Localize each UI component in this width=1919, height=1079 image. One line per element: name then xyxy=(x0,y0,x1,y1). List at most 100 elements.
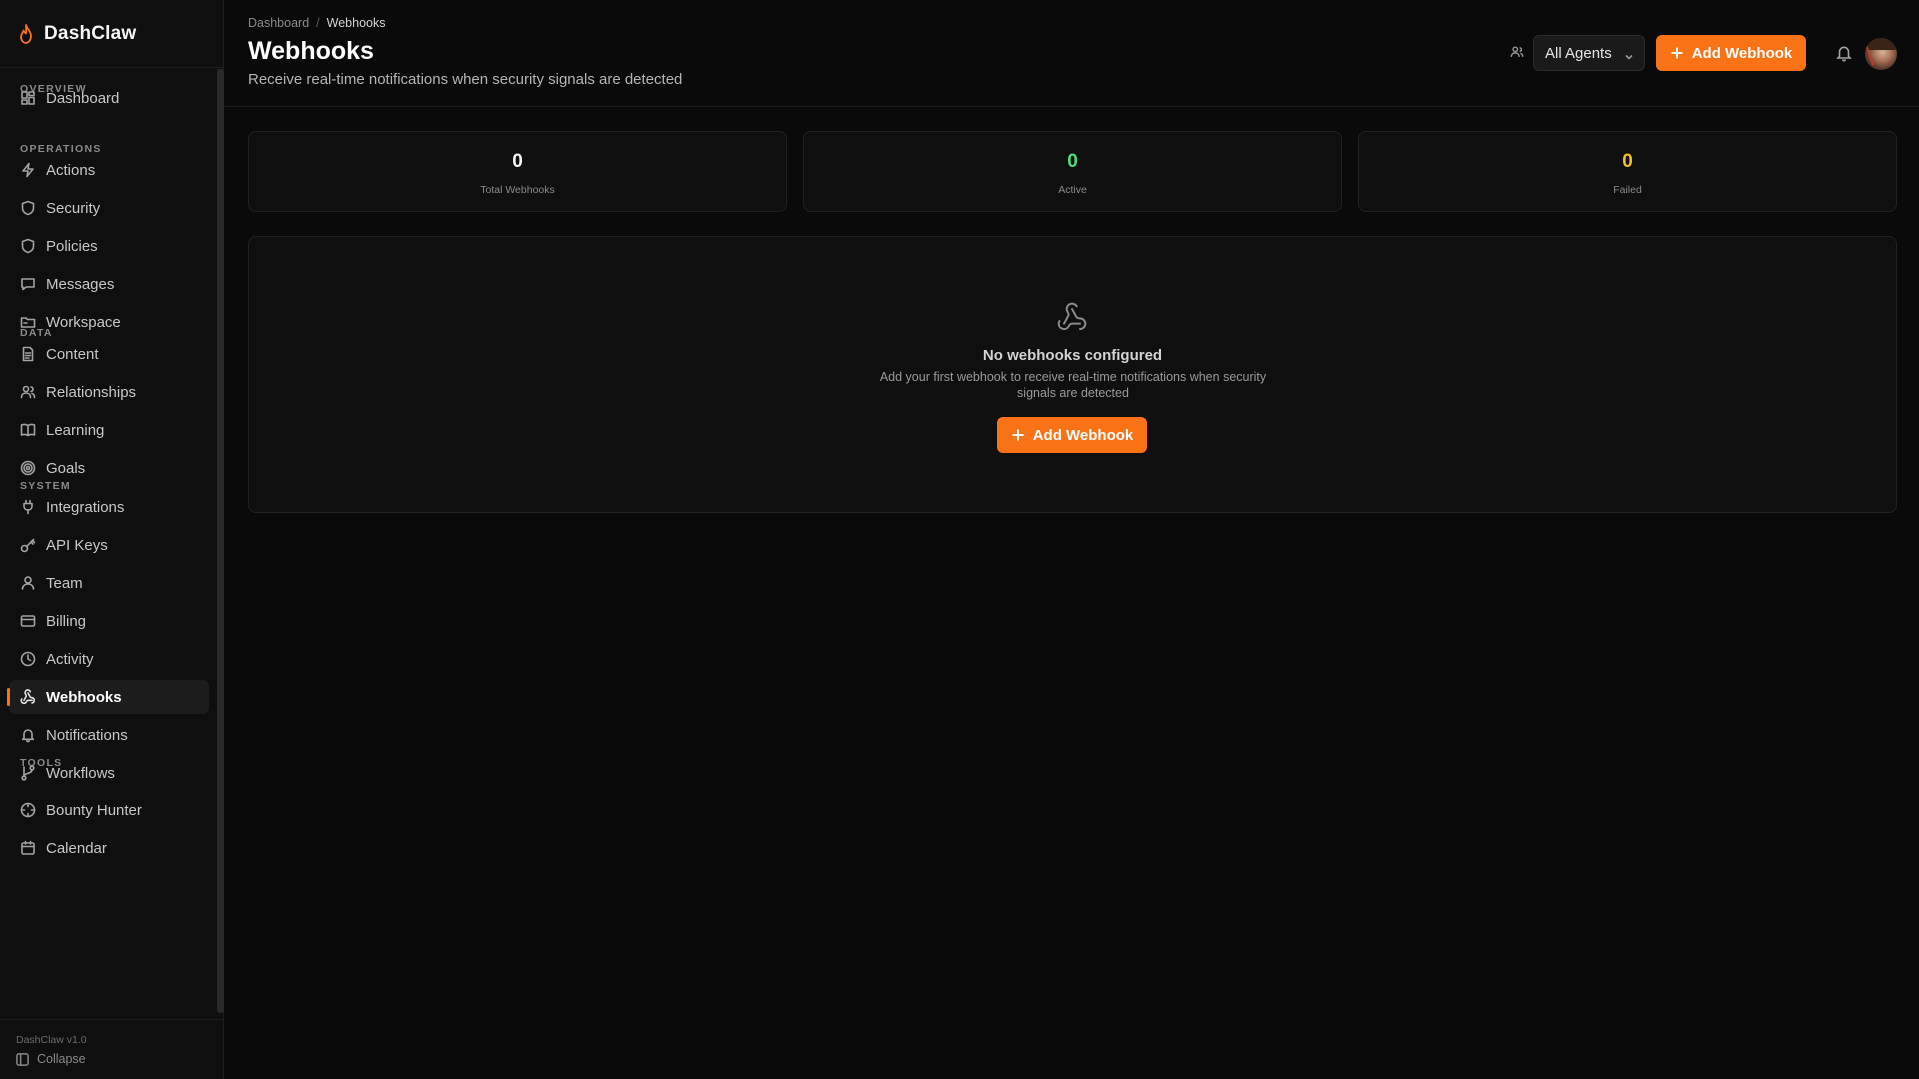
webhook-icon xyxy=(20,689,36,705)
sidebar-item-label: Actions xyxy=(46,161,96,179)
plus-icon xyxy=(1012,429,1024,441)
collapse-button[interactable]: Collapse xyxy=(16,1052,86,1066)
stat-failed: 0 Failed xyxy=(1358,131,1897,212)
sidebar-item-label: Messages xyxy=(46,275,115,293)
sidebar-item-security[interactable]: Security xyxy=(9,191,209,225)
sidebar-item-dashboard[interactable]: Dashboard xyxy=(9,81,209,115)
branch-icon xyxy=(20,765,36,781)
stat-active: 0 Active xyxy=(803,131,1342,212)
sidebar-item-label: Billing xyxy=(46,612,87,630)
crosshair-icon xyxy=(20,802,36,818)
add-webhook-label: Add Webhook xyxy=(1691,44,1793,62)
brand[interactable]: DashClaw xyxy=(0,0,223,68)
webhook-icon xyxy=(1056,301,1088,333)
active-indicator xyxy=(7,688,10,706)
empty-state-title: No webhooks configured xyxy=(982,347,1163,364)
book-icon xyxy=(20,422,36,438)
collapse-label: Collapse xyxy=(37,1052,86,1066)
clock-icon xyxy=(20,651,36,667)
empty-add-webhook-label: Add Webhook xyxy=(1032,426,1134,444)
sidebar-nav: OVERVIEW OPERATIONS DATA SYSTEM TOOLS Da… xyxy=(0,69,224,1019)
sidebar-item-messages[interactable]: Messages xyxy=(9,267,209,301)
document-icon xyxy=(20,346,36,362)
stat-value: 0 xyxy=(1067,151,1078,172)
sidebar-item-label: Notifications xyxy=(46,726,128,744)
empty-state: No webhooks configured Add your first we… xyxy=(248,236,1897,513)
sidebar-item-billing[interactable]: Billing xyxy=(9,604,209,638)
sidebar-item-bounty-hunter[interactable]: Bounty Hunter xyxy=(9,793,209,827)
sidebar-item-webhooks[interactable]: Webhooks xyxy=(7,680,209,714)
sidebar-item-label: Security xyxy=(46,199,101,217)
sidebar-item-notifications[interactable]: Notifications xyxy=(9,718,209,752)
sidebar-footer: DashClaw v1.0 Collapse xyxy=(0,1019,224,1079)
agents-icon xyxy=(1510,45,1524,59)
notifications-bell-icon[interactable] xyxy=(1835,44,1853,62)
plug-icon xyxy=(20,499,36,515)
empty-add-webhook-button[interactable]: Add Webhook xyxy=(997,417,1147,453)
sidebar-item-label: Workspace xyxy=(46,313,121,331)
message-icon xyxy=(20,276,36,292)
sidebar-item-label: Relationships xyxy=(46,383,137,401)
avatar[interactable] xyxy=(1865,38,1897,70)
calendar-icon xyxy=(20,840,36,856)
sidebar-item-learning[interactable]: Learning xyxy=(9,413,209,447)
flame-icon xyxy=(20,23,32,44)
sidebar-item-content[interactable]: Content xyxy=(9,337,209,371)
sidebar-item-activity[interactable]: Activity xyxy=(9,642,209,676)
stat-label: Failed xyxy=(1613,184,1642,196)
sidebar-item-label: Dashboard xyxy=(46,89,120,107)
add-webhook-button[interactable]: Add Webhook xyxy=(1656,35,1806,71)
sidebar-item-label: Bounty Hunter xyxy=(46,801,142,819)
page-title: Webhooks xyxy=(248,37,374,65)
sidebar-item-actions[interactable]: Actions xyxy=(9,153,209,187)
page-header: Dashboard / Webhooks Webhooks Receive re… xyxy=(224,0,1919,107)
avatar-hair xyxy=(1865,38,1897,50)
sidebar: DashClaw OVERVIEW OPERATIONS DATA SYSTEM… xyxy=(0,0,224,1079)
agent-filter-value: All Agents xyxy=(1545,44,1612,62)
sidebar-item-workspace[interactable]: Workspace xyxy=(9,305,209,339)
sidebar-item-label: Content xyxy=(46,345,99,363)
dashboard-icon xyxy=(20,90,36,106)
sidebar-item-label: Learning xyxy=(46,421,105,439)
sidebar-item-label: Activity xyxy=(46,650,94,668)
app-name: DashClaw xyxy=(44,22,137,44)
app-version: DashClaw v1.0 xyxy=(16,1034,87,1046)
collapse-icon xyxy=(16,1052,29,1066)
breadcrumb-current: Webhooks xyxy=(326,16,386,30)
sidebar-item-label: Calendar xyxy=(46,839,107,857)
sidebar-item-label: Integrations xyxy=(46,498,125,516)
sidebar-item-calendar[interactable]: Calendar xyxy=(9,831,209,865)
stat-value: 0 xyxy=(1622,151,1633,172)
sidebar-item-api-keys[interactable]: API Keys xyxy=(9,528,209,562)
folder-icon xyxy=(20,314,36,330)
credit-card-icon xyxy=(20,613,36,629)
sidebar-item-label: Policies xyxy=(46,237,98,255)
sidebar-item-team[interactable]: Team xyxy=(9,566,209,600)
target-icon xyxy=(20,460,36,476)
plus-icon xyxy=(1671,47,1683,59)
stat-total-webhooks: 0 Total Webhooks xyxy=(248,131,787,212)
stat-label: Active xyxy=(1058,184,1087,196)
sidebar-item-workflows[interactable]: Workflows xyxy=(9,756,209,790)
breadcrumb: Dashboard / Webhooks xyxy=(248,16,385,30)
lightning-icon xyxy=(20,162,36,178)
shield-icon xyxy=(20,238,36,254)
stat-label: Total Webhooks xyxy=(480,184,555,196)
breadcrumb-dashboard[interactable]: Dashboard xyxy=(248,16,309,30)
chevron-down-icon xyxy=(1624,49,1634,60)
shield-icon xyxy=(20,200,36,216)
empty-state-description: Add your first webhook to receive real-t… xyxy=(879,370,1267,400)
sidebar-item-relationships[interactable]: Relationships xyxy=(9,375,209,409)
agent-filter-select[interactable]: All Agents xyxy=(1533,35,1645,71)
sidebar-item-label: Workflows xyxy=(46,764,115,782)
user-icon xyxy=(20,575,36,591)
sidebar-item-goals[interactable]: Goals xyxy=(9,451,209,485)
sidebar-item-label: Webhooks xyxy=(46,688,122,706)
sidebar-item-integrations[interactable]: Integrations xyxy=(9,490,209,524)
sidebar-scrollbar[interactable] xyxy=(217,69,224,1013)
page-subtitle: Receive real-time notifications when sec… xyxy=(248,71,683,88)
users-icon xyxy=(20,384,36,400)
breadcrumb-separator: / xyxy=(316,16,320,30)
sidebar-item-policies[interactable]: Policies xyxy=(9,229,209,263)
sidebar-item-label: Team xyxy=(46,574,83,592)
